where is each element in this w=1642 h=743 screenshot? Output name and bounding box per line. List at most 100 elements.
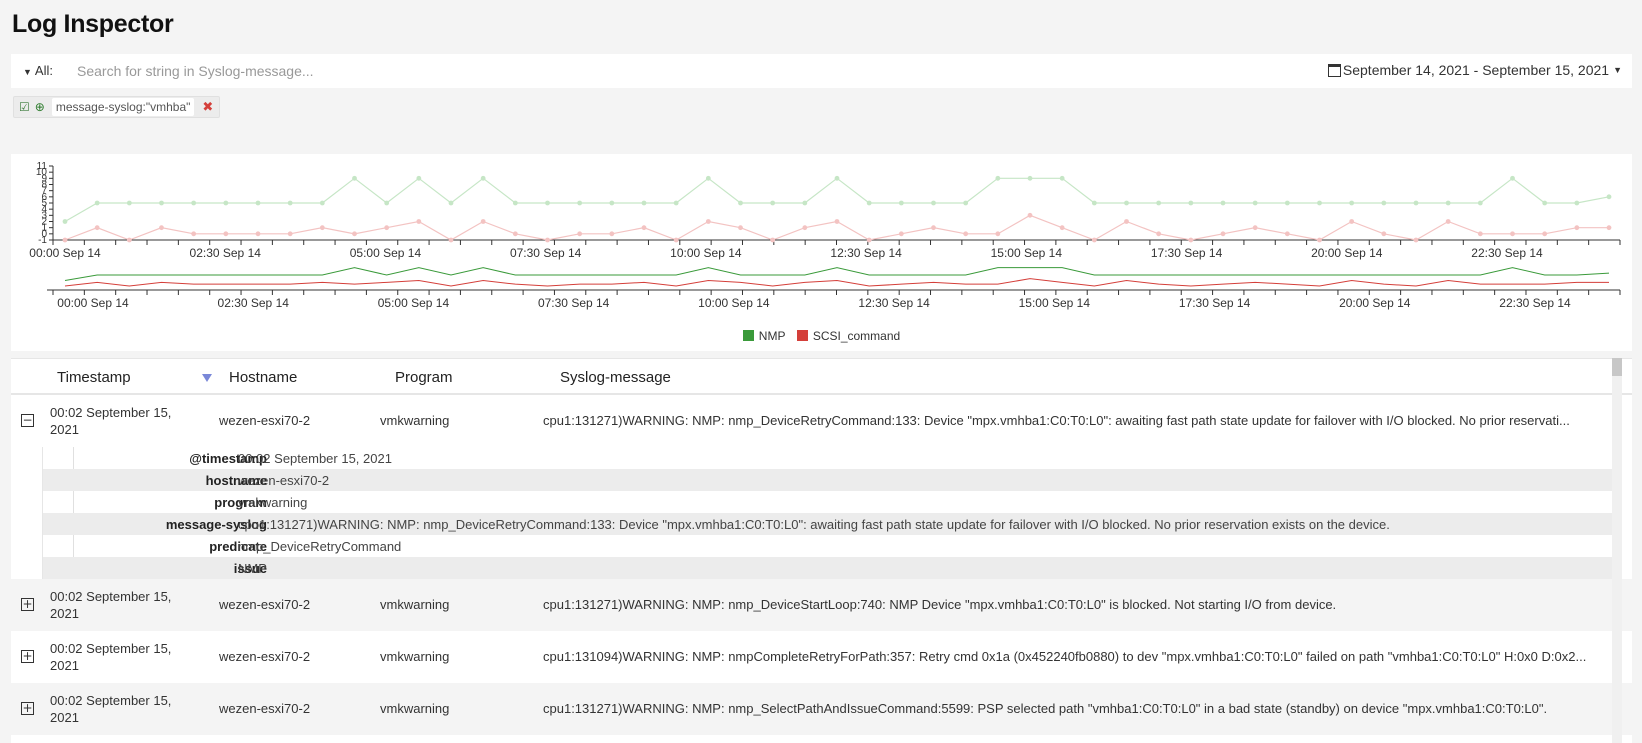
data-point xyxy=(95,225,100,230)
navigator-tick-label: 15:00 Sep 14 xyxy=(1019,296,1091,310)
legend-label: NMP xyxy=(759,329,786,343)
data-point xyxy=(674,238,679,243)
data-point xyxy=(223,231,228,236)
timestamp-line1: 00:02 September 15, xyxy=(50,405,171,420)
navigator-tick-label: 12:30 Sep 14 xyxy=(858,296,930,310)
detail-value: cpu1:131271)WARNING: NMP: nmp_DeviceRetr… xyxy=(238,517,1390,532)
zoom-in-icon[interactable]: ⊕ xyxy=(35,100,45,114)
data-point xyxy=(384,225,389,230)
data-point xyxy=(738,225,743,230)
detail-row: message-syslogcpu1:131271)WARNING: NMP: … xyxy=(43,513,1622,535)
data-point xyxy=(1510,176,1515,181)
data-point xyxy=(835,176,840,181)
scope-dropdown[interactable]: ▼All: xyxy=(23,63,53,78)
data-point xyxy=(1414,238,1419,243)
data-point xyxy=(1542,201,1547,206)
expand-icon[interactable]: + xyxy=(21,598,34,611)
data-point xyxy=(481,219,486,224)
data-point xyxy=(706,176,711,181)
data-point xyxy=(1156,231,1161,236)
data-point xyxy=(963,231,968,236)
log-table: Timestamp Hostname Program Syslog-messag… xyxy=(11,358,1632,743)
data-point xyxy=(1156,201,1161,206)
series-line-scsi-command xyxy=(65,215,1609,240)
data-point xyxy=(867,201,872,206)
timestamp-cell: 00:02 September 15, 2021 xyxy=(50,588,190,622)
timestamp-line2: 2021 xyxy=(50,422,79,437)
y-tick-label: -1 xyxy=(38,235,47,246)
x-tick-label: 20:00 Sep 14 xyxy=(1311,246,1383,260)
column-header-hostname[interactable]: Hostname xyxy=(229,369,297,386)
scope-label: All: xyxy=(35,63,53,78)
data-point xyxy=(738,201,743,206)
column-header-program[interactable]: Program xyxy=(395,369,453,386)
data-point xyxy=(1124,219,1129,224)
data-point xyxy=(449,238,454,243)
column-header-timestamp[interactable]: Timestamp xyxy=(57,369,131,386)
data-point xyxy=(545,201,550,206)
timestamp-line1: 00:02 September 15, xyxy=(50,693,171,708)
data-point xyxy=(995,231,1000,236)
scroll-thumb[interactable] xyxy=(1612,358,1622,376)
expand-icon[interactable]: + xyxy=(21,650,34,663)
table-row[interactable]: + 00:02 September 15,2021 wezen-esxi70-2… xyxy=(11,683,1632,735)
date-range-picker[interactable]: September 14, 2021 - September 15, 2021 … xyxy=(1328,62,1622,78)
timestamp-line2: 2021 xyxy=(50,606,79,621)
program-cell: vmkwarning xyxy=(380,413,449,428)
data-point xyxy=(1028,176,1033,181)
data-point xyxy=(1028,213,1033,218)
remove-filter-icon[interactable]: ✖ xyxy=(202,99,213,115)
detail-row: @timestamp00:02 September 15, 2021 xyxy=(43,447,1622,469)
timestamp-cell: 00:02 September 15, 2021 xyxy=(50,404,190,438)
message-cell: cpu1:131271)WARNING: NMP: nmp_DeviceRetr… xyxy=(543,413,1621,428)
detail-value: nmp_DeviceRetryCommand xyxy=(238,539,401,554)
x-tick-label: 12:30 Sep 14 xyxy=(830,246,902,260)
hostname-cell: wezen-esxi70-2 xyxy=(219,597,310,612)
sort-desc-icon[interactable] xyxy=(202,374,212,382)
legend-item-scsi[interactable]: SCSI_command xyxy=(797,329,900,343)
data-point xyxy=(191,231,196,236)
detail-row: issueNMP xyxy=(43,557,1622,579)
data-point xyxy=(1478,201,1483,206)
table-row[interactable]: − 00:02 September 15,2021 wezen-esxi70-2… xyxy=(11,395,1632,447)
filter-text: message-syslog:"vmhba" xyxy=(52,98,195,116)
timestamp-line2: 2021 xyxy=(50,710,79,725)
legend-swatch xyxy=(797,330,808,341)
legend-item-nmp[interactable]: NMP xyxy=(743,329,786,343)
chart-svg: 11109876543210-100:00 Sep 1402:30 Sep 14… xyxy=(11,154,1632,329)
x-tick-label: 15:00 Sep 14 xyxy=(991,246,1063,260)
data-point xyxy=(899,201,904,206)
message-cell: cpu1:131094)WARNING: NMP: nmpCompleteRet… xyxy=(543,649,1621,664)
data-point xyxy=(1221,231,1226,236)
data-point xyxy=(1574,225,1579,230)
data-point xyxy=(1381,231,1386,236)
timestamp-line1: 00:02 September 15, xyxy=(50,589,171,604)
data-point xyxy=(1317,238,1322,243)
collapse-icon[interactable]: − xyxy=(21,414,34,427)
message-cell: cpu1:131271)WARNING: NMP: nmp_DeviceStar… xyxy=(543,597,1621,612)
data-point xyxy=(63,219,68,224)
data-point xyxy=(223,201,228,206)
x-tick-label: 02:30 Sep 14 xyxy=(190,246,262,260)
data-point xyxy=(1253,201,1258,206)
caret-down-icon: ▼ xyxy=(23,67,32,77)
message-cell: cpu1:131271)WARNING: NMP: nmp_SelectPath… xyxy=(543,701,1621,716)
search-input[interactable] xyxy=(77,59,777,83)
data-point xyxy=(416,176,421,181)
navigator-tick-label: 05:00 Sep 14 xyxy=(378,296,450,310)
table-row[interactable]: + 00:02 September 15, 2021 wezen-esxi70-2… xyxy=(11,579,1632,631)
data-point xyxy=(127,238,132,243)
checkbox-checked-icon[interactable]: ☑ xyxy=(19,100,30,114)
table-row[interactable]: + 00:02 September 15,2021 wezen-esxi70-2… xyxy=(11,631,1632,683)
data-point xyxy=(1510,231,1515,236)
column-header-syslog-message[interactable]: Syslog-message xyxy=(560,369,671,386)
table-scrollbar[interactable] xyxy=(1612,358,1622,743)
data-point xyxy=(995,176,1000,181)
series-line-nmp xyxy=(65,178,1609,221)
x-tick-label: 17:30 Sep 14 xyxy=(1151,246,1223,260)
expand-icon[interactable]: + xyxy=(21,702,34,715)
data-point xyxy=(1607,194,1612,199)
timestamp-line1: 00:02 September 15, xyxy=(50,641,171,656)
detail-row: programvmkwarning xyxy=(43,491,1622,513)
data-point xyxy=(867,238,872,243)
